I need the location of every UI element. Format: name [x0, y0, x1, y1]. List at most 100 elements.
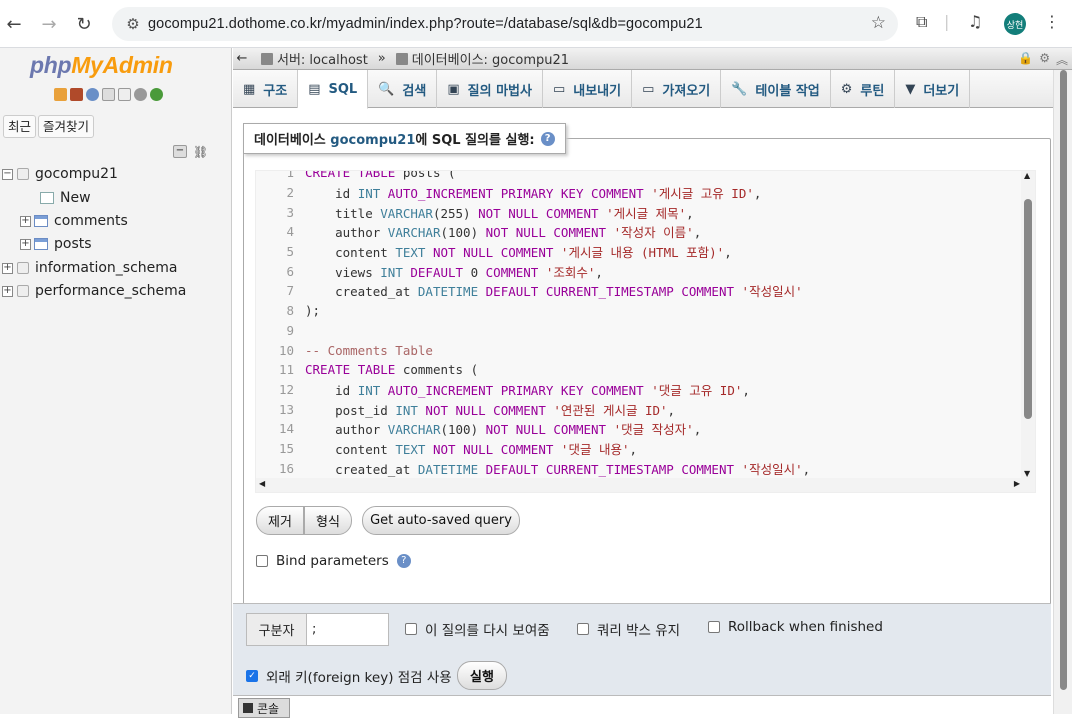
tree-db-information-schema[interactable]: + information_schema — [2, 257, 178, 279]
settings-gear-icon[interactable] — [134, 88, 147, 101]
console-toggle[interactable]: 콘솔 — [238, 698, 290, 718]
help-icon[interactable]: ? — [396, 554, 411, 568]
delimiter-input[interactable]: ; — [307, 614, 388, 645]
code-line[interactable]: 6 views INT DEFAULT 0 COMMENT '조회수', — [256, 261, 1021, 281]
rollback-checkbox[interactable] — [708, 621, 720, 633]
delimiter-field[interactable]: 구분자; — [246, 613, 389, 646]
lock-icon[interactable]: 🔒 — [1018, 51, 1033, 68]
tree-label[interactable]: performance_schema — [35, 283, 186, 299]
expand-icon[interactable]: + — [2, 262, 13, 274]
site-settings-icon[interactable]: ⚙ — [118, 15, 148, 33]
tab-search[interactable]: 🔍 검색 — [368, 70, 438, 108]
show-query-checkbox[interactable] — [405, 623, 417, 635]
go-button[interactable]: 실행 — [457, 661, 507, 690]
favorites-button[interactable]: 즐겨찾기 — [38, 115, 95, 138]
collapse-all-icon[interactable]: − — [173, 145, 187, 158]
address-bar[interactable]: ⚙ gocompu21.dothome.co.kr/myadmin/index.… — [112, 7, 898, 41]
show-query-again[interactable]: 이 질의를 다시 보여줌 — [405, 619, 550, 639]
code-line[interactable]: 7 created_at DATETIME DEFAULT CURRENT_TI… — [256, 281, 1021, 301]
expand-icon[interactable]: + — [20, 238, 31, 250]
recent-button[interactable]: 최근 — [3, 115, 37, 138]
collapse-top-icon[interactable]: ︽ — [1056, 51, 1068, 68]
tree-label[interactable]: gocompu21 — [35, 166, 118, 182]
format-button[interactable]: 형식 — [304, 506, 352, 535]
fk-checkbox[interactable]: ✓ — [246, 670, 258, 682]
logout-icon[interactable] — [70, 88, 83, 101]
copy-icon[interactable] — [118, 88, 131, 101]
foreign-key-check[interactable]: ✓ 외래 키(foreign key) 점검 사용 — [246, 666, 452, 686]
collapse-icon[interactable]: − — [2, 168, 13, 180]
tab-query[interactable]: ▣ 질의 마법사 — [437, 70, 543, 108]
retain-box-checkbox[interactable] — [577, 623, 589, 635]
tab-import[interactable]: ▭ 가져오기 — [632, 70, 722, 108]
tab-structure[interactable]: ▦ 구조 — [233, 70, 299, 108]
code-line[interactable]: 5 content TEXT NOT NULL COMMENT '게시글 내용 … — [256, 242, 1021, 262]
bind-parameters-checkbox[interactable] — [256, 555, 268, 567]
code-line[interactable]: 13 post_id INT NOT NULL COMMENT '연관된 게시글… — [256, 399, 1021, 419]
back-arrow-icon[interactable]: ← — [233, 51, 251, 66]
menu-icon[interactable]: ⋮ — [1044, 12, 1060, 31]
tree-label[interactable]: information_schema — [35, 260, 178, 276]
code-line[interactable]: 8); — [256, 301, 1021, 321]
extensions-icon[interactable]: ⧉ — [916, 12, 927, 32]
line-text: views INT DEFAULT 0 COMMENT '조회수', — [305, 264, 603, 280]
code-line[interactable]: 9 — [256, 321, 1021, 341]
code-line[interactable]: 4 author VARCHAR(100) NOT NULL COMMENT '… — [256, 222, 1021, 242]
sql-editor[interactable]: 1 CREATE TABLE posts (2 id INT AUTO_INCRE… — [255, 170, 1036, 493]
reload-nav-icon[interactable] — [150, 88, 163, 101]
retain-query-box[interactable]: 쿼리 박스 유지 — [577, 619, 680, 639]
code-line[interactable]: 1 CREATE TABLE posts ( — [256, 171, 1021, 183]
bind-parameters[interactable]: Bind parameters? — [256, 553, 411, 569]
tab-more[interactable]: ▼ 더보기 — [895, 70, 971, 108]
code-line[interactable]: 10 -- Comments Table — [256, 340, 1021, 360]
expand-icon[interactable]: + — [20, 215, 31, 227]
tree-label[interactable]: comments — [54, 213, 128, 229]
bookmark-star-icon[interactable]: ☆ — [871, 13, 886, 33]
code-line[interactable]: 16 created_at DATETIME DEFAULT CURRENT_T… — [256, 458, 1021, 478]
tab-routines[interactable]: ⚙ 루틴 — [831, 70, 896, 108]
phpmyadmin-logo[interactable]: phpMyAdmin — [30, 52, 173, 79]
breadcrumb-server[interactable]: 서버: localhost — [277, 49, 368, 68]
tab-export[interactable]: ▭ 내보내기 — [543, 70, 633, 108]
home-icon[interactable] — [54, 88, 67, 101]
tree-db-performance-schema[interactable]: + performance_schema — [2, 280, 186, 302]
tree-label[interactable]: posts — [54, 236, 92, 252]
code-line[interactable]: 14 author VARCHAR(100) NOT NULL COMMENT … — [256, 419, 1021, 439]
code-area[interactable]: 1 CREATE TABLE posts (2 id INT AUTO_INCRE… — [256, 171, 1021, 478]
legend-db-link[interactable]: gocompu21 — [330, 133, 415, 148]
tree-db-gocompu21[interactable]: − gocompu21 — [2, 163, 118, 185]
code-line[interactable]: 15 content TEXT NOT NULL COMMENT '댓글 내용'… — [256, 439, 1021, 459]
avatar[interactable]: 상현 — [1004, 13, 1026, 35]
editor-hscrollbar[interactable]: ◀ ▶ — [256, 478, 1023, 492]
tree-new[interactable]: New — [37, 187, 91, 209]
editor-vscrollbar[interactable]: ▲ ▼ — [1021, 171, 1035, 492]
tree-label[interactable]: New — [60, 190, 91, 206]
forward-icon[interactable]: → — [37, 12, 61, 36]
code-line[interactable]: 3 title VARCHAR(255) NOT NULL COMMENT '게… — [256, 202, 1021, 222]
tree-table-posts[interactable]: + posts — [20, 233, 92, 255]
server-icon — [261, 52, 273, 65]
media-control-icon[interactable]: ♫ — [968, 12, 982, 31]
tab-operations[interactable]: 🔧 테이블 작업 — [721, 70, 831, 108]
clear-button[interactable]: 제거 — [256, 506, 304, 535]
tab-sql[interactable]: ▤ SQL — [298, 70, 369, 109]
code-line[interactable]: 12 id INT AUTO_INCREMENT PRIMARY KEY COM… — [256, 380, 1021, 400]
link-icon[interactable]: ⛓ — [193, 145, 208, 159]
database-icon — [395, 52, 408, 65]
tree-table-comments[interactable]: + comments — [20, 210, 128, 232]
expand-icon[interactable]: + — [2, 285, 13, 297]
help-icon[interactable]: ? — [540, 131, 555, 146]
page-scrollbar[interactable] — [1053, 70, 1072, 714]
back-icon[interactable]: ← — [2, 12, 26, 36]
line-text: title VARCHAR(255) NOT NULL COMMENT '게시글… — [305, 205, 694, 221]
help-icon[interactable] — [86, 88, 99, 101]
docs-icon[interactable] — [102, 88, 115, 101]
code-line[interactable]: 2 id INT AUTO_INCREMENT PRIMARY KEY COMM… — [256, 183, 1021, 203]
reload-icon[interactable]: ↻ — [72, 12, 96, 36]
search-icon: 🔍 — [378, 81, 395, 97]
gear-icon[interactable]: ⚙ — [1039, 51, 1050, 68]
rollback-when-finished[interactable]: Rollback when finished — [708, 619, 883, 635]
code-line[interactable]: 11 CREATE TABLE comments ( — [256, 360, 1021, 380]
breadcrumb-db[interactable]: 데이터베이스: gocompu21 — [412, 49, 569, 68]
autosaved-query-button[interactable]: Get auto-saved query — [362, 506, 520, 535]
